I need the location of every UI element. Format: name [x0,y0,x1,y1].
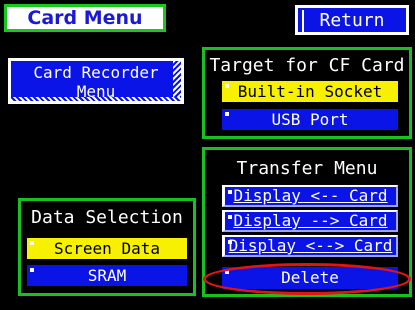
built-in-socket-label: Built-in Socket [237,82,383,101]
card-recorder-label-line1: Card Recorder [33,63,159,82]
return-label: Return [319,10,385,31]
sram-option[interactable]: SRAM [27,265,187,286]
display-to-card-label: Display --> Card [233,211,388,230]
usb-port-option[interactable]: USB Port [222,109,398,130]
delete-highlight-ellipse [203,263,411,295]
page-title: Card Menu [4,4,166,32]
screen-data-label: Screen Data [54,239,160,258]
return-button[interactable]: Return [295,5,409,35]
hatch-pattern [173,61,181,101]
screen-data-option[interactable]: Screen Data [27,238,187,259]
selection-marker [30,241,34,245]
display-to-card-button[interactable]: Display --> Card [222,210,398,232]
selection-marker [30,268,34,272]
target-cf-card-title: Target for CF Card [209,55,405,76]
data-selection-title: Data Selection [31,207,183,228]
display-from-card-button[interactable]: Display <-- Card [222,185,398,207]
selection-marker [228,240,232,244]
usb-port-label: USB Port [271,110,349,129]
data-selection-panel: Data Selection Screen Data SRAM [18,198,196,296]
selection-marker [228,215,232,219]
display-from-card-label: Display <-- Card [233,186,388,205]
card-recorder-menu-button[interactable]: Card Recorder Menu [8,58,184,104]
built-in-socket-option[interactable]: Built-in Socket [222,81,398,102]
display-card-sync-label: Display <--> Card [228,236,393,255]
selection-marker [228,190,232,194]
return-marker [302,10,304,32]
target-cf-card-panel: Target for CF Card Built-in Socket USB P… [202,47,412,139]
transfer-menu-title: Transfer Menu [236,158,378,179]
hatch-pattern-bottom [11,97,181,101]
display-card-sync-button[interactable]: Display <--> Card [222,235,398,257]
selection-marker [225,112,229,116]
selection-marker [225,84,229,88]
sram-label: SRAM [87,266,127,285]
